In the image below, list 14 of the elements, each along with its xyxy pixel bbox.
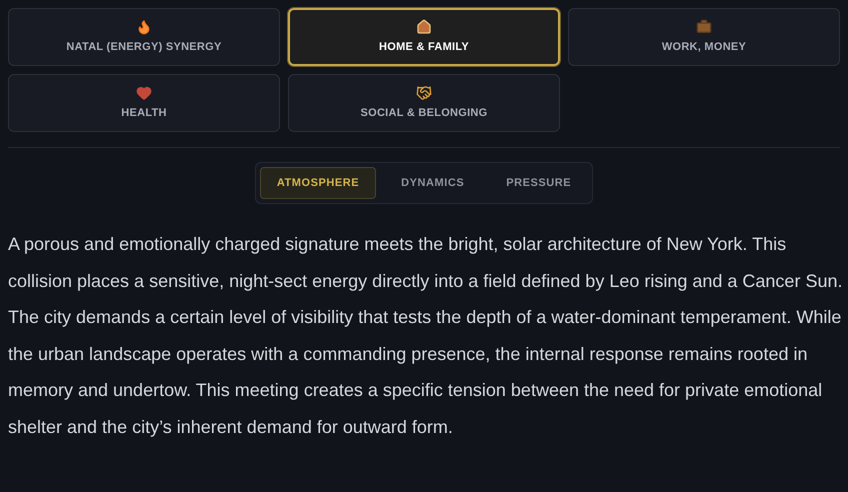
handshake-icon [416, 84, 432, 101]
tab[interactable]: DYNAMICS [384, 167, 482, 199]
category-card[interactable]: HEALTH [8, 74, 280, 132]
category-card[interactable]: SOCIAL & BELONGING [288, 74, 560, 132]
heart-icon [136, 84, 152, 101]
tab[interactable]: ATMOSPHERE [260, 167, 376, 199]
house-icon [416, 18, 432, 35]
briefcase-icon [696, 18, 712, 35]
flame-icon [136, 18, 152, 35]
category-card[interactable]: HOME & FAMILY [288, 8, 560, 66]
category-card[interactable]: WORK, MONEY [568, 8, 840, 66]
tab[interactable]: PRESSURE [489, 167, 588, 199]
body-text: A porous and emotionally charged signature meets the bright, solar architecture of New York. This collision places a sensitive, night-sect energy directly into a field defined by Leo rising and a Cancer Sun. The city demands a certain level of visibility that tests the depth of a water-dominant temperament. While the urban landscape operates with a commanding presence, the internal response remains rooted in memory and undertow. This meeting creates a specific tension between the need for private emotional shelter and the city’s inherent demand for outward form. [8, 233, 844, 439]
category-card[interactable]: NATAL (ENERGY) SYNERGY [8, 8, 280, 66]
